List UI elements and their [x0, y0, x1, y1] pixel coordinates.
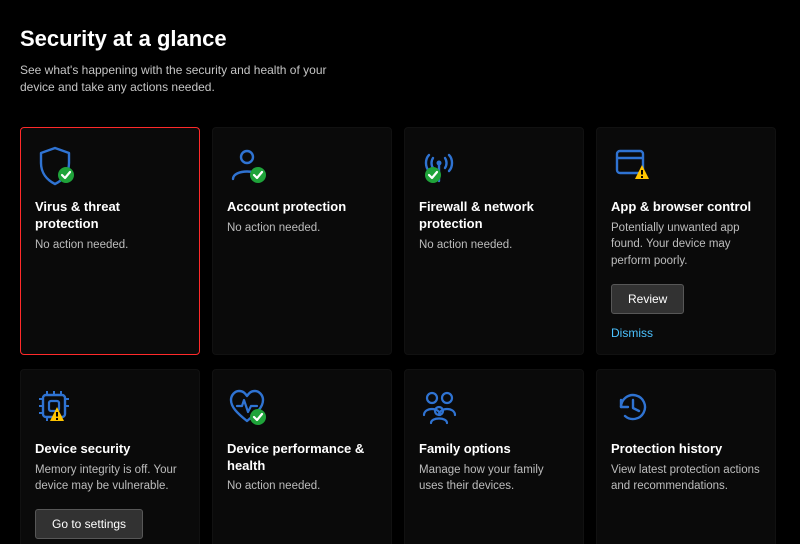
tile-family-options[interactable]: Family options Manage how your family us…: [404, 369, 584, 544]
tile-device-security[interactable]: Device security Memory integrity is off.…: [20, 369, 200, 544]
person-icon: [227, 145, 377, 189]
tile-desc: No action needed.: [227, 220, 377, 237]
tile-title: Device performance & health: [227, 441, 377, 475]
tile-firewall[interactable]: Firewall & network protection No action …: [404, 127, 584, 355]
heartbeat-icon: [227, 387, 377, 431]
tiles-grid: Virus & threat protection No action need…: [20, 127, 780, 544]
page-title: Security at a glance: [20, 26, 780, 52]
go-to-settings-button[interactable]: Go to settings: [35, 509, 143, 539]
tile-title: Device security: [35, 441, 185, 458]
tile-desc: No action needed.: [227, 478, 377, 495]
tile-app-browser[interactable]: App & browser control Potentially unwant…: [596, 127, 776, 355]
tile-device-performance[interactable]: Device performance & health No action ne…: [212, 369, 392, 544]
tile-title: Virus & threat protection: [35, 199, 185, 233]
tile-desc: No action needed.: [35, 237, 185, 254]
family-icon: [419, 387, 569, 431]
tile-desc: No action needed.: [419, 237, 569, 254]
shield-icon: [35, 145, 185, 189]
antenna-icon: [419, 145, 569, 189]
tile-account-protection[interactable]: Account protection No action needed.: [212, 127, 392, 355]
tile-title: Firewall & network protection: [419, 199, 569, 233]
tile-protection-history[interactable]: Protection history View latest protectio…: [596, 369, 776, 544]
history-icon: [611, 387, 761, 431]
page-subtitle: See what's happening with the security a…: [20, 62, 360, 97]
review-button[interactable]: Review: [611, 284, 684, 314]
window-icon: [611, 145, 761, 189]
chip-icon: [35, 387, 185, 431]
security-dashboard: Security at a glance See what's happenin…: [0, 0, 800, 544]
tile-title: App & browser control: [611, 199, 761, 216]
tile-title: Family options: [419, 441, 569, 458]
tile-title: Protection history: [611, 441, 761, 458]
dismiss-link[interactable]: Dismiss: [611, 326, 653, 340]
tile-desc: Manage how your family uses their device…: [419, 462, 569, 495]
tile-title: Account protection: [227, 199, 377, 216]
tile-desc: View latest protection actions and recom…: [611, 462, 761, 495]
tile-desc: Memory integrity is off. Your device may…: [35, 462, 185, 495]
tile-desc: Potentially unwanted app found. Your dev…: [611, 220, 761, 270]
tile-virus-threat[interactable]: Virus & threat protection No action need…: [20, 127, 200, 355]
